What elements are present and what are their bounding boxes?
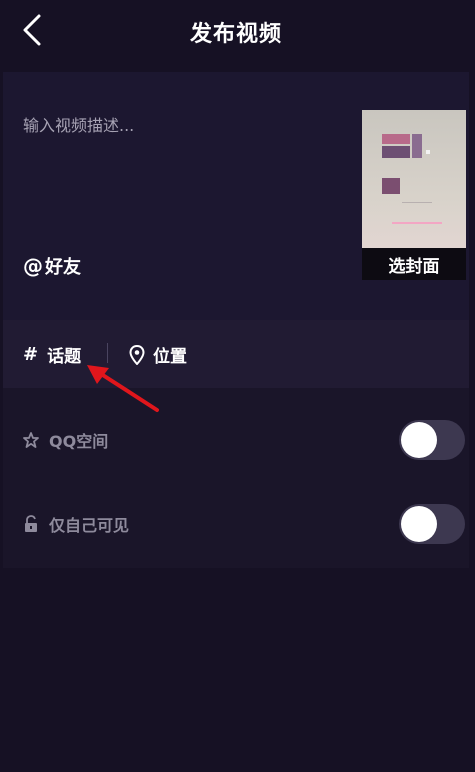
toggle-knob xyxy=(401,506,437,542)
star-icon xyxy=(23,432,39,448)
location-pin-icon xyxy=(129,344,145,365)
at-icon: @ xyxy=(23,254,43,278)
topic-button[interactable]: # 话题 xyxy=(23,342,81,367)
page-title: 发布视频 xyxy=(189,22,282,47)
qq-zone-toggle[interactable] xyxy=(399,420,465,460)
mention-friend-button[interactable]: @ 好友 xyxy=(23,253,81,279)
app-screen: 发布视频 输入视频描述... @ 好友 选封面 # 话题 位置 QQ空间 仅自己… xyxy=(3,2,469,768)
qq-zone-row: QQ空间 xyxy=(3,398,469,478)
topic-label: 话题 xyxy=(47,347,82,367)
private-label-group: 仅自己可见 xyxy=(23,512,129,536)
private-toggle[interactable] xyxy=(399,504,465,544)
mention-friend-label: 好友 xyxy=(45,257,81,278)
location-button[interactable]: 位置 xyxy=(129,342,187,367)
toggle-knob xyxy=(401,422,437,458)
privacy-section: QQ空间 仅自己可见 xyxy=(3,388,469,568)
private-label: 仅自己可见 xyxy=(49,516,130,535)
divider xyxy=(107,343,108,363)
select-cover-button[interactable]: 选封面 xyxy=(362,248,466,280)
header: 发布视频 xyxy=(3,2,469,60)
description-section: 输入视频描述... @ 好友 选封面 xyxy=(3,72,469,320)
unlock-icon xyxy=(25,515,37,532)
qq-zone-label: QQ空间 xyxy=(49,432,109,451)
cover-selector[interactable]: 选封面 xyxy=(362,110,466,280)
hashtag-icon: # xyxy=(23,344,39,365)
private-row: 仅自己可见 xyxy=(3,482,469,562)
tag-section: # 话题 位置 xyxy=(3,320,469,388)
location-label: 位置 xyxy=(153,347,187,367)
qq-zone-label-group: QQ空间 xyxy=(23,428,108,452)
description-input[interactable]: 输入视频描述... xyxy=(23,112,343,136)
